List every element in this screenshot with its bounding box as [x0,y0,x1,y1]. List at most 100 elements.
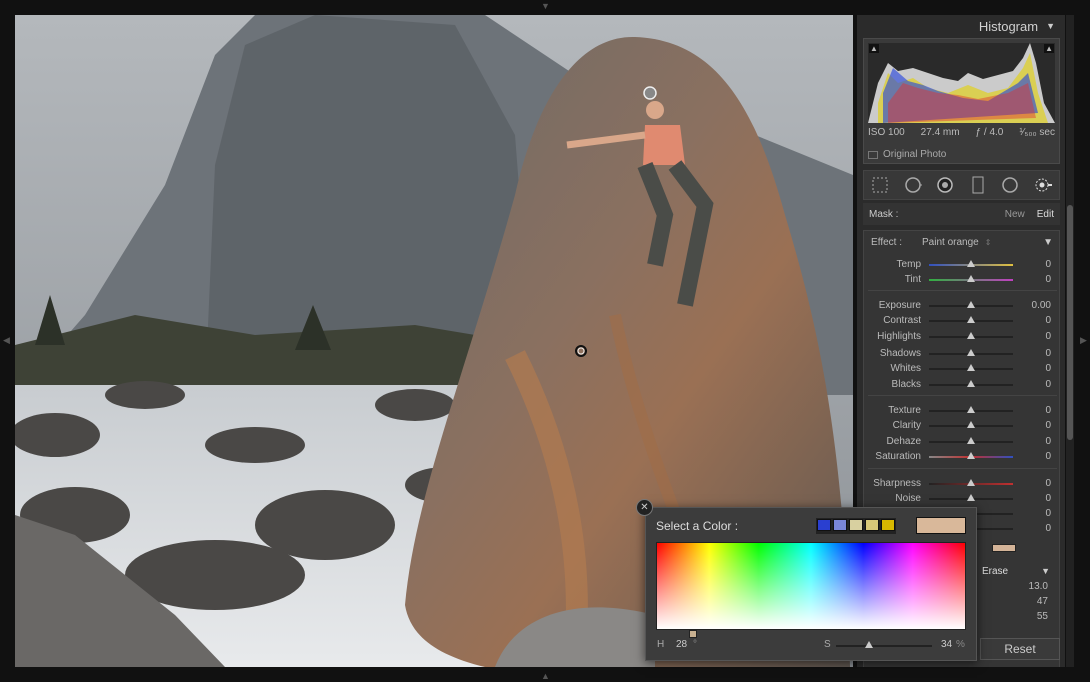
reset-button[interactable]: Reset [980,638,1060,660]
slider-track[interactable] [929,274,1013,282]
slider-knob[interactable] [967,259,975,267]
slider-value[interactable]: 0 [1045,274,1051,285]
slider-knob[interactable] [967,315,975,323]
left-panel-toggle-icon[interactable]: ◀ [3,336,10,345]
slider-label: Texture [888,405,921,416]
saturation-value[interactable]: 34 [941,639,952,650]
slider-track[interactable] [929,478,1013,486]
brush-size-value[interactable]: 13.0 [980,581,1060,596]
slider-knob[interactable] [967,348,975,356]
slider-track[interactable] [929,379,1013,387]
slider-knob[interactable] [967,331,975,339]
histogram-header[interactable]: Histogram ▼ [857,15,1065,37]
effect-preset-dropdown[interactable]: Paint orange [922,237,979,248]
slider-value[interactable]: 0 [1045,436,1051,447]
bottom-panel-toggle-icon[interactable]: ▲ [541,672,550,681]
crop-overlay-icon[interactable] [871,176,889,194]
slider-value[interactable]: 0 [1045,315,1051,326]
swatch-4[interactable] [865,519,879,531]
slider-knob[interactable] [967,420,975,428]
brush-collapse-icon[interactable]: ▼ [1041,566,1050,576]
slider-knob[interactable] [967,379,975,387]
panel-scrollbar-thumb[interactable] [1067,205,1073,440]
slider-track[interactable] [929,493,1013,501]
saturation-label: S [824,639,831,650]
radial-filter-icon[interactable] [1001,176,1019,194]
slider-texture: Texture 0 [864,403,1061,418]
slider-track[interactable] [929,420,1013,428]
slider-value[interactable]: 0 [1045,523,1051,534]
slider-label: Dehaze [886,436,921,447]
slider-value[interactable]: 0 [1045,508,1051,519]
slider-value[interactable]: 0 [1045,405,1051,416]
effect-label: Effect : [871,237,902,248]
close-icon[interactable]: ✕ [636,499,653,516]
spot-removal-icon[interactable] [904,176,922,194]
red-eye-icon[interactable] [936,176,954,194]
hue-value[interactable]: 28 [676,639,687,650]
slider-label: Temp [896,259,921,270]
slider-track[interactable] [929,315,1013,323]
slider-track[interactable] [929,363,1013,371]
swatch-5[interactable] [881,519,895,531]
slider-knob[interactable] [967,363,975,371]
slider-value[interactable]: 0 [1045,331,1051,342]
slider-value[interactable]: 0 [1045,259,1051,270]
slider-value[interactable]: 0 [1045,451,1051,462]
slider-value[interactable]: 0 [1045,363,1051,374]
slider-track[interactable] [929,259,1013,267]
slider-value[interactable]: 0 [1045,379,1051,390]
top-panel-toggle-icon[interactable]: ▼ [541,2,550,11]
mask-edit-button[interactable]: Edit [1037,209,1054,220]
slider-sharpness: Sharpness 0 [864,476,1061,491]
original-photo-toggle[interactable]: Original Photo [868,149,946,160]
current-color-swatch[interactable] [916,517,966,534]
mask-row: Mask : New Edit [863,203,1060,225]
adjustment-brush-icon[interactable] [1034,176,1052,194]
right-panel-toggle-icon[interactable]: ▶ [1080,336,1087,345]
brush-feather-value[interactable]: 47 [980,596,1060,611]
erase-label[interactable]: Erase [982,566,1008,577]
slider-track[interactable] [929,300,1013,308]
spectrum-picker-handle[interactable] [689,630,697,638]
collapse-triangle-icon[interactable]: ▼ [1046,21,1055,31]
slider-noise: Noise 0 [864,491,1061,506]
slider-knob[interactable] [967,478,975,486]
slider-knob[interactable] [967,451,975,459]
mask-new-button[interactable]: New [1005,209,1025,220]
slider-knob[interactable] [967,493,975,501]
histogram-graph[interactable]: ▲ ▲ [868,43,1055,123]
slider-label: Clarity [892,420,921,431]
effect-collapse-icon[interactable]: ▼ [1043,237,1053,248]
slider-track[interactable] [929,348,1013,356]
saturation-knob[interactable] [864,641,873,648]
highlight-clip-icon[interactable]: ▲ [1044,44,1054,53]
color-spectrum[interactable] [656,542,966,638]
original-photo-checkbox[interactable] [868,150,878,159]
swatch-1[interactable] [817,519,831,531]
slider-clarity: Clarity 0 [864,418,1061,433]
effect-stepper-icon[interactable]: ⇕ [985,238,992,247]
slider-value[interactable]: 0 [1045,420,1051,431]
brush-flow-value[interactable]: 55 [980,611,1060,626]
slider-track[interactable] [929,451,1013,459]
swatch-3[interactable] [849,519,863,531]
shadow-clip-icon[interactable]: ▲ [869,44,879,53]
saturation-track[interactable] [836,641,932,648]
slider-knob[interactable] [967,274,975,282]
slider-value[interactable]: 0 [1045,478,1051,489]
slider-track[interactable] [929,405,1013,413]
slider-track[interactable] [929,436,1013,444]
slider-value[interactable]: 0.00 [1032,300,1051,311]
color-chip[interactable] [992,544,1016,552]
slider-knob[interactable] [967,436,975,444]
slider-value[interactable]: 0 [1045,348,1051,359]
slider-value[interactable]: 0 [1045,493,1051,504]
slider-track[interactable] [929,331,1013,339]
graduated-filter-icon[interactable] [969,176,987,194]
slider-knob[interactable] [967,300,975,308]
brush-erase-row[interactable]: Erase ▼ [980,566,1060,581]
slider-label: Shadows [879,348,921,359]
swatch-2[interactable] [833,519,847,531]
slider-knob[interactable] [967,405,975,413]
